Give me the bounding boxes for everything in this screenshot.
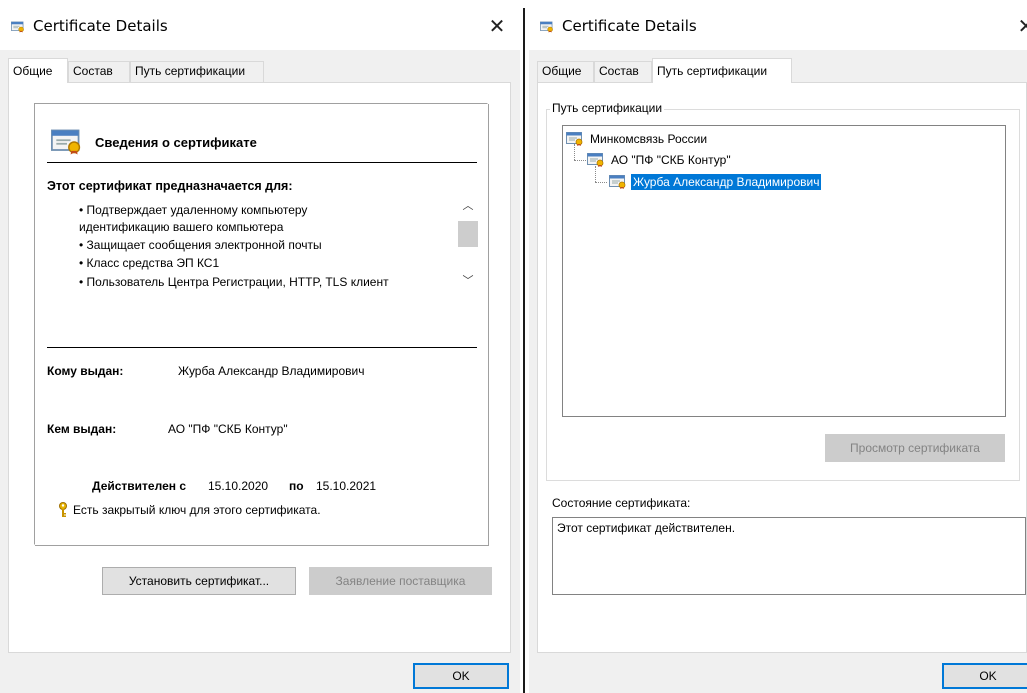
window-separator <box>520 0 529 693</box>
tab-details[interactable]: Состав <box>68 61 130 82</box>
tree-connector <box>574 144 575 160</box>
view-certificate-button[interactable]: Просмотр сертификата <box>825 434 1005 462</box>
scroll-up-arrow[interactable]: ︿ <box>458 199 478 213</box>
certificate-dialog-path: Certificate Details ✕ Общие Состав Путь … <box>529 0 1027 693</box>
certificate-dialog-general: Certificate Details ✕ Общие Состав Путь … <box>0 0 520 693</box>
tree-node-label: Минкомсвязь России <box>590 132 708 146</box>
valid-to-label: по <box>289 479 304 493</box>
certificate-icon <box>11 20 25 34</box>
scroll-down-arrow[interactable]: ﹀ <box>458 274 478 288</box>
issued-to-label: Кому выдан: <box>47 364 124 378</box>
list-item: • Класс средства ЭП КС1 <box>79 256 220 270</box>
tab-details[interactable]: Состав <box>594 61 652 82</box>
scrollbar-thumb[interactable] <box>458 221 478 247</box>
close-icon[interactable]: ✕ <box>474 6 520 46</box>
tree-node-label: Журба Александр Владимирович <box>631 174 822 190</box>
heading-divider <box>47 162 477 163</box>
certificate-icon <box>540 20 554 34</box>
private-key-note: Есть закрытый ключ для этого сертификата… <box>73 503 321 517</box>
close-icon[interactable]: ✕ <box>1003 6 1027 46</box>
tree-connector <box>595 182 607 183</box>
certificate-icon <box>587 153 605 167</box>
title-bar: Certificate Details ✕ <box>0 0 520 50</box>
issued-by-label: Кем выдан: <box>47 422 117 436</box>
certification-path-tree[interactable]: Минкомсвязь России АО "ПФ "СКБ Контур" Ж… <box>562 125 1006 417</box>
valid-to-value: 15.10.2021 <box>316 479 377 493</box>
list-item: • Подтверждает удаленному компьютеру <box>79 203 308 217</box>
list-item: идентификацию вашего компьютера <box>79 220 284 234</box>
valid-from-value: 15.10.2020 <box>208 479 269 493</box>
list-item: • Защищает сообщения электронной почты <box>79 238 322 252</box>
issued-by-value: АО "ПФ "СКБ Контур" <box>168 422 288 436</box>
tab-panel-path: Путь сертификации Минкомсвязь России АО … <box>537 82 1027 653</box>
certificate-info-frame: Сведения о сертификате Этот сертификат п… <box>34 103 488 545</box>
valid-from-label: Действителен с <box>92 479 186 493</box>
status-label: Состояние сертификата: <box>552 496 691 510</box>
certificate-status-box[interactable]: Этот сертификат действителен. <box>552 517 1026 595</box>
purpose-list: • Подтверждает удаленному компьютеру иде… <box>55 203 465 303</box>
issued-to-value: Журба Александр Владимирович <box>178 364 365 378</box>
ok-button[interactable]: OK <box>942 663 1027 689</box>
tree-node-label: АО "ПФ "СКБ Контур" <box>611 153 731 167</box>
window-title: Certificate Details <box>562 17 697 35</box>
window-title: Certificate Details <box>33 17 168 35</box>
list-item: • Пользователь Центра Регистрации, HTTP,… <box>79 275 389 289</box>
issuer-statement-button[interactable]: Заявление поставщика <box>309 567 492 595</box>
certificate-icon <box>566 132 584 146</box>
certificate-icon <box>609 175 627 189</box>
status-text: Этот сертификат действителен. <box>557 521 736 535</box>
certificate-icon <box>51 129 83 155</box>
path-group-label: Путь сертификации <box>550 101 665 115</box>
tab-general[interactable]: Общие <box>537 61 594 82</box>
install-certificate-button[interactable]: Установить сертификат... <box>102 567 296 595</box>
tab-general[interactable]: Общие <box>8 58 68 83</box>
section-divider <box>47 347 477 348</box>
tree-connector <box>595 166 596 182</box>
key-icon <box>59 502 67 517</box>
title-bar: Certificate Details ✕ <box>529 0 1027 50</box>
info-heading: Сведения о сертификате <box>95 135 257 150</box>
tab-certification-path[interactable]: Путь сертификации <box>652 58 792 83</box>
tab-certification-path[interactable]: Путь сертификации <box>130 61 264 82</box>
tree-connector <box>574 160 586 161</box>
tab-panel-general: Сведения о сертификате Этот сертификат п… <box>8 82 511 653</box>
purpose-title: Этот сертификат предназначается для: <box>47 179 293 193</box>
ok-button[interactable]: OK <box>413 663 509 689</box>
